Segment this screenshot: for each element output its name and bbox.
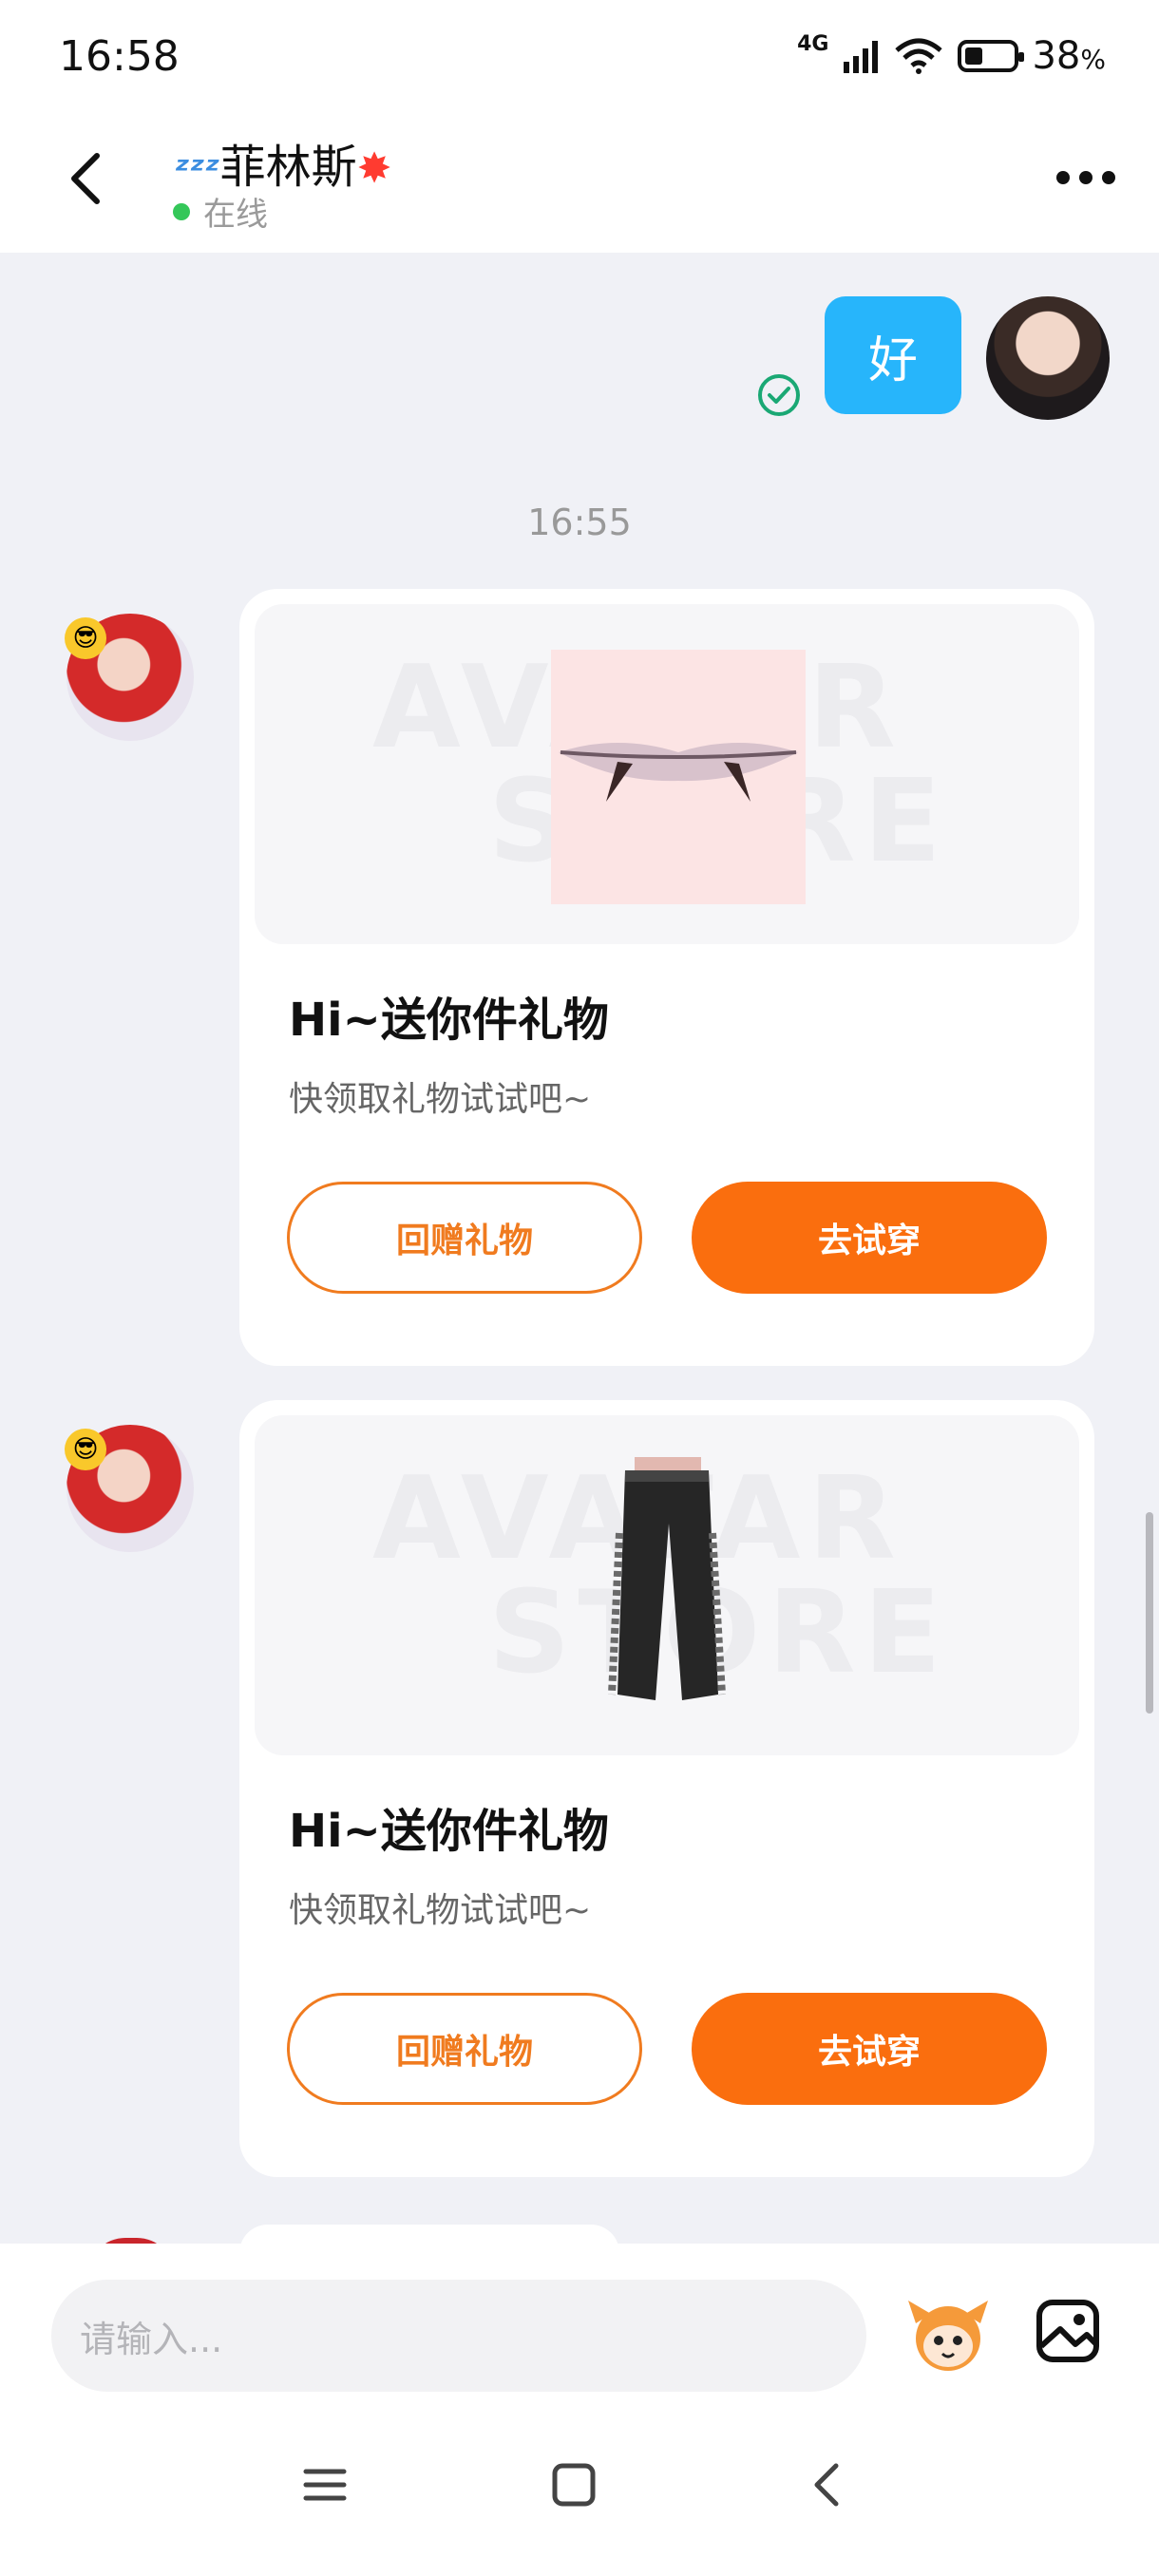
contact-avatar[interactable]: 😎 <box>65 614 194 741</box>
input-bar: 请输入... <box>0 2244 1159 2576</box>
battery-icon <box>958 40 1025 72</box>
image-icon[interactable] <box>1034 2297 1102 2365</box>
gift-card-title: Hi~送你件礼物 <box>289 994 609 1047</box>
return-gift-button[interactable]: 回赠礼物 <box>287 1993 642 2105</box>
battery-percent: 38% <box>1032 34 1106 78</box>
status-bar: 16:58 4G 38% <box>0 0 1159 114</box>
my-avatar[interactable] <box>986 296 1110 420</box>
check-circle-icon <box>756 372 802 418</box>
anger-emoji-icon: ✸ <box>356 144 392 193</box>
sleep-emoji-icon: ᶻᶻᶻ <box>175 149 220 191</box>
online-dot-icon <box>173 202 190 220</box>
gift-card-desc: 快领取礼物试试吧~ <box>289 1080 592 1119</box>
scrollbar[interactable] <box>1146 1512 1153 1714</box>
battery-level-fill <box>965 47 983 65</box>
vampire-fangs-image <box>551 650 806 904</box>
contact-title[interactable]: ᶻᶻᶻ菲林斯✸ <box>175 129 391 196</box>
nav-back-icon[interactable] <box>806 2462 851 2508</box>
chat-area[interactable]: 好 16:55 😎 AVATAR STORE Hi~送你件礼物 快领取礼物试试吧… <box>0 253 1159 2244</box>
gift-card[interactable]: AVATAR STORE Hi~送你件礼物 快领取礼物试试吧~ 回赠礼物 去试穿 <box>239 1400 1094 2177</box>
menu-icon[interactable] <box>302 2462 348 2508</box>
wifi-icon <box>895 38 943 74</box>
status-time: 16:58 <box>59 32 180 81</box>
try-on-button[interactable]: 去试穿 <box>692 1993 1047 2105</box>
online-status-label: 在线 <box>203 196 268 234</box>
gift-preview[interactable]: AVATAR STORE <box>255 604 1079 944</box>
contact-avatar[interactable]: 😎 <box>65 1425 194 1552</box>
online-status: 在线 <box>173 188 268 235</box>
signal-icon <box>844 41 879 73</box>
mascot-icon[interactable] <box>902 2295 994 2375</box>
gift-card-title: Hi~送你件礼物 <box>289 1805 609 1858</box>
battery-unit: % <box>1080 44 1106 75</box>
contact-name: 菲林斯 <box>219 141 357 194</box>
leather-pants-image <box>608 1457 726 1700</box>
home-icon[interactable] <box>551 2462 597 2508</box>
sunglasses-emoji-icon: 😎 <box>65 617 106 659</box>
gift-preview[interactable]: AVATAR STORE <box>255 1415 1079 1755</box>
sunglasses-emoji-icon: 😎 <box>65 1429 106 1470</box>
status-icons: 4G 38% <box>797 32 1106 80</box>
return-gift-button[interactable]: 回赠礼物 <box>287 1182 642 1294</box>
gift-card-desc: 快领取礼物试试吧~ <box>289 1891 592 1930</box>
more-icon[interactable] <box>1056 171 1115 184</box>
chat-header: ᶻᶻᶻ菲林斯✸ 在线 <box>0 114 1159 253</box>
network-label: 4G <box>797 32 829 56</box>
battery-value: 38 <box>1032 34 1081 78</box>
gift-card-partial <box>239 2225 619 2244</box>
gift-card[interactable]: AVATAR STORE Hi~送你件礼物 快领取礼物试试吧~ 回赠礼物 去试穿 <box>239 589 1094 1366</box>
my-message-bubble[interactable]: 好 <box>825 296 961 414</box>
message-input[interactable]: 请输入... <box>51 2280 866 2392</box>
try-on-button[interactable]: 去试穿 <box>692 1182 1047 1294</box>
back-arrow-icon[interactable] <box>59 150 116 207</box>
message-timestamp: 16:55 <box>527 502 632 543</box>
